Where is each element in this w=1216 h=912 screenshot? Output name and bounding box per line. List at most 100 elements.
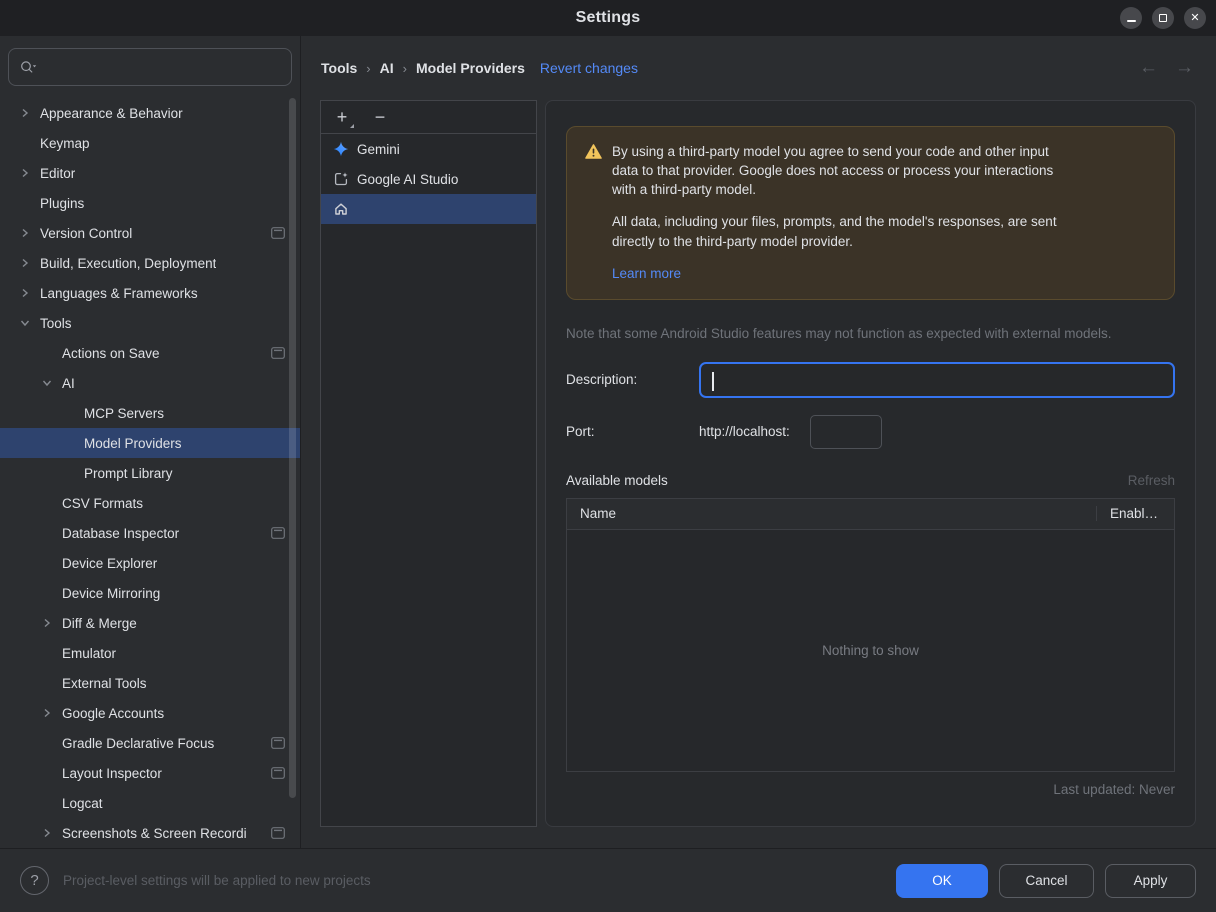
ide-settings-icon	[271, 737, 285, 749]
sidebar-item-csv-formats[interactable]: CSV Formats	[0, 488, 300, 518]
provider-toolbar: + −	[321, 101, 536, 134]
chevron-right-icon[interactable]	[16, 158, 34, 188]
forward-arrow-icon[interactable]: →	[1175, 57, 1194, 79]
sidebar-item-screenshots-screen-recordings[interactable]: Screenshots & Screen Recordi	[0, 818, 300, 848]
provider-item-google-ai-studio[interactable]: Google AI Studio	[321, 164, 536, 194]
breadcrumb-row: Tools › AI › Model Providers Revert chan…	[301, 36, 1216, 100]
window-controls: ✕	[1120, 7, 1206, 29]
column-header-enabled[interactable]: Enabl…	[1096, 506, 1174, 522]
sidebar-item-diff-merge[interactable]: Diff & Merge	[0, 608, 300, 638]
ide-settings-icon	[271, 827, 285, 839]
sidebar-item-appearance-behavior[interactable]: Appearance & Behavior	[0, 98, 300, 128]
footer-bar: ? Project-level settings will be applied…	[0, 848, 1216, 912]
sidebar-item-languages-frameworks[interactable]: Languages & Frameworks	[0, 278, 300, 308]
chevron-right-icon[interactable]	[38, 698, 56, 728]
settings-sidebar: Appearance & Behavior Keymap Editor Plug…	[0, 36, 300, 848]
sidebar-item-external-tools[interactable]: External Tools	[0, 668, 300, 698]
warning-icon	[585, 144, 602, 283]
maximize-button[interactable]	[1152, 7, 1174, 29]
remove-provider-button[interactable]: −	[372, 108, 388, 126]
models-table-body: Nothing to show	[567, 529, 1174, 771]
sidebar-scrollbar[interactable]	[289, 98, 296, 798]
description-row: Description:	[566, 361, 1175, 398]
breadcrumb-separator: ›	[366, 60, 371, 76]
sidebar-item-tools[interactable]: Tools	[0, 308, 300, 338]
close-icon: ✕	[1190, 11, 1200, 24]
titlebar: Settings ✕	[0, 0, 1216, 36]
google-ai-studio-icon	[334, 172, 348, 186]
models-table-header: Name Enabl…	[567, 498, 1174, 530]
help-icon[interactable]: ?	[20, 866, 49, 895]
port-input[interactable]	[809, 414, 882, 449]
breadcrumb-separator: ›	[402, 60, 407, 76]
breadcrumb-tools[interactable]: Tools	[321, 60, 357, 76]
sidebar-item-gradle-declarative-focus[interactable]: Gradle Declarative Focus	[0, 728, 300, 758]
learn-more-link[interactable]: Learn more	[612, 264, 681, 283]
provider-item-gemini[interactable]: Gemini	[321, 134, 536, 164]
sidebar-item-actions-on-save[interactable]: Actions on Save	[0, 338, 300, 368]
sidebar-item-version-control[interactable]: Version Control	[0, 218, 300, 248]
sidebar-item-layout-inspector[interactable]: Layout Inspector	[0, 758, 300, 788]
project-level-hint: Project-level settings will be applied t…	[63, 873, 371, 888]
sidebar-item-device-explorer[interactable]: Device Explorer	[0, 548, 300, 578]
description-input[interactable]	[701, 363, 1173, 396]
add-provider-button[interactable]: +	[334, 108, 354, 128]
sidebar-item-plugins[interactable]: Plugins	[0, 188, 300, 218]
empty-table-message: Nothing to show	[822, 642, 919, 658]
port-label: Port:	[566, 424, 595, 440]
settings-window: Settings ✕ Appearance & Behavior Keymap …	[0, 0, 1216, 912]
port-prefix: http://localhost:	[699, 424, 790, 440]
back-arrow-icon[interactable]: ←	[1139, 57, 1158, 79]
cancel-button[interactable]: Cancel	[999, 863, 1094, 898]
chevron-down-icon[interactable]	[38, 368, 56, 398]
chevron-right-icon[interactable]	[16, 248, 34, 278]
provider-item-new[interactable]	[321, 194, 536, 224]
ide-settings-icon	[271, 227, 285, 239]
port-row: Port: http://localhost:	[566, 414, 1175, 449]
settings-tree: Appearance & Behavior Keymap Editor Plug…	[0, 98, 300, 848]
sidebar-item-prompt-library[interactable]: Prompt Library	[0, 458, 300, 488]
chevron-right-icon[interactable]	[38, 818, 56, 848]
warning-paragraph: All data, including your files, prompts,…	[612, 214, 1057, 249]
maximize-icon	[1159, 14, 1167, 22]
home-icon	[335, 203, 347, 215]
breadcrumb-model-providers[interactable]: Model Providers	[416, 60, 525, 76]
available-models-label: Available models	[566, 472, 668, 488]
sidebar-item-google-accounts[interactable]: Google Accounts	[0, 698, 300, 728]
sidebar-item-logcat[interactable]: Logcat	[0, 788, 300, 818]
chevron-right-icon[interactable]	[16, 98, 34, 128]
sidebar-item-mcp-servers[interactable]: MCP Servers	[0, 398, 300, 428]
ide-settings-icon	[271, 767, 285, 779]
search-input[interactable]	[44, 58, 281, 76]
chevron-down-icon[interactable]	[16, 308, 34, 338]
close-button[interactable]: ✕	[1184, 7, 1206, 29]
apply-button[interactable]: Apply	[1105, 863, 1196, 898]
sidebar-item-model-providers[interactable]: Model Providers	[0, 428, 300, 458]
ide-settings-icon	[271, 527, 285, 539]
search-icon[interactable]	[19, 59, 38, 75]
minimize-button[interactable]	[1120, 7, 1142, 29]
chevron-right-icon[interactable]	[38, 608, 56, 638]
models-table: Name Enabl… Nothing to show	[566, 497, 1175, 772]
revert-changes-link[interactable]: Revert changes	[540, 60, 638, 76]
description-input-wrapper	[699, 361, 1175, 398]
ok-button[interactable]: OK	[896, 863, 988, 898]
sidebar-item-database-inspector[interactable]: Database Inspector	[0, 518, 300, 548]
search-field[interactable]	[8, 48, 292, 86]
external-models-note: Note that some Android Studio features m…	[566, 325, 1112, 341]
sidebar-item-build-execution-deployment[interactable]: Build, Execution, Deployment	[0, 248, 300, 278]
sidebar-item-device-mirroring[interactable]: Device Mirroring	[0, 578, 300, 608]
chevron-right-icon[interactable]	[16, 278, 34, 308]
column-header-name[interactable]: Name	[567, 506, 1096, 521]
window-title: Settings	[575, 9, 641, 26]
provider-list-panel: + − Gemini Google AI Studio	[320, 100, 537, 827]
sidebar-item-emulator[interactable]: Emulator	[0, 638, 300, 668]
third-party-warning-banner: By using a third-party model you agree t…	[566, 126, 1175, 300]
breadcrumb-ai[interactable]: AI	[380, 60, 394, 76]
chevron-right-icon[interactable]	[16, 218, 34, 248]
refresh-link[interactable]: Refresh	[1128, 473, 1175, 488]
sidebar-item-keymap[interactable]: Keymap	[0, 128, 300, 158]
sidebar-item-ai[interactable]: AI	[0, 368, 300, 398]
sidebar-item-editor[interactable]: Editor	[0, 158, 300, 188]
warning-paragraph: By using a third-party model you agree t…	[612, 144, 1054, 198]
